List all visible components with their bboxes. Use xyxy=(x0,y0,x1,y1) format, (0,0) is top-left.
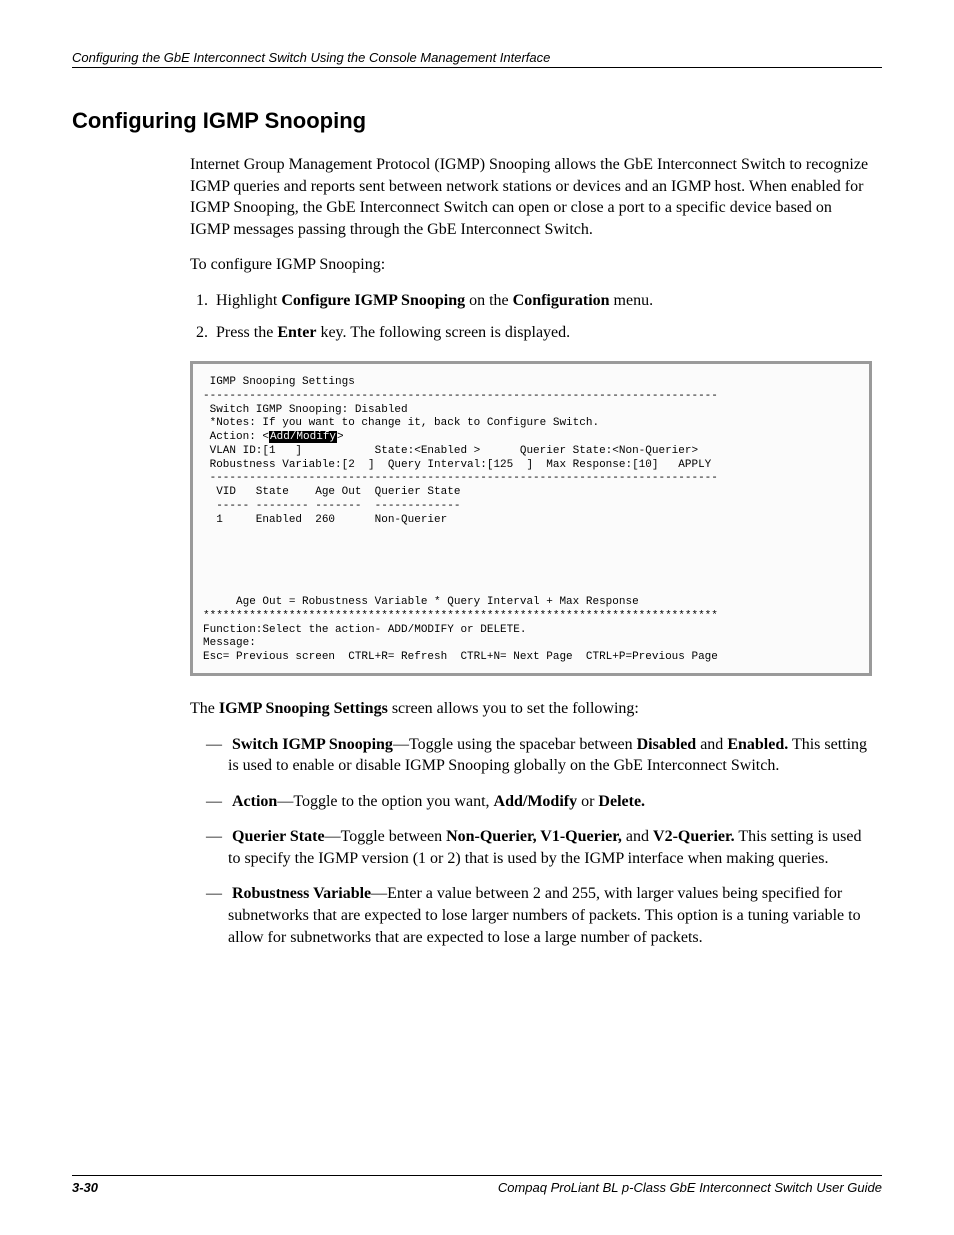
bold: Enabled. xyxy=(727,736,788,753)
console-line: IGMP Snooping Settings xyxy=(203,376,355,388)
text: key. The following screen is displayed. xyxy=(316,324,570,341)
book-title: Compaq ProLiant BL p-Class GbE Interconn… xyxy=(498,1180,882,1195)
console-line: ****************************************… xyxy=(203,610,718,622)
console-line: Esc= Previous screen CTRL+R= Refresh CTR… xyxy=(203,651,718,663)
console-line: VLAN ID:[1 ] State:<Enabled > Querier St… xyxy=(203,445,698,457)
console-line: Message: xyxy=(203,637,256,649)
console-line: > xyxy=(337,431,344,443)
bold: Add/Modify xyxy=(494,793,578,810)
bold: Configure IGMP Snooping xyxy=(281,292,465,309)
list-item: Robustness Variable—Enter a value betwee… xyxy=(228,883,872,948)
bold: Querier State xyxy=(232,828,325,845)
console-line: ----------------------------------------… xyxy=(203,472,718,484)
console-line: 1 Enabled 260 Non-Querier xyxy=(203,514,447,526)
console-line: *Notes: If you want to change it, back t… xyxy=(203,417,599,429)
text: or xyxy=(577,793,598,810)
list-item: Querier State—Toggle between Non-Querier… xyxy=(228,826,872,869)
bold: Action xyxy=(232,793,277,810)
bold: Robustness Variable xyxy=(232,885,371,902)
text: and xyxy=(622,828,653,845)
page-number: 3-30 xyxy=(72,1180,98,1195)
text: and xyxy=(696,736,727,753)
bold: Switch IGMP Snooping xyxy=(232,736,393,753)
section-title: Configuring IGMP Snooping xyxy=(72,108,882,134)
body: Internet Group Management Protocol (IGMP… xyxy=(190,154,872,948)
console-line: Function:Select the action- ADD/MODIFY o… xyxy=(203,624,526,636)
bold: Configuration xyxy=(513,292,610,309)
console-line: VID State Age Out Querier State xyxy=(203,486,460,498)
step-2: Press the Enter key. The following scree… xyxy=(212,322,872,344)
step-1: Highlight Configure IGMP Snooping on the… xyxy=(212,290,872,312)
text: screen allows you to set the following: xyxy=(388,700,639,717)
console-line: ----------------------------------------… xyxy=(203,390,718,402)
console-line: Robustness Variable:[2 ] Query Interval:… xyxy=(203,459,711,471)
bold: Enter xyxy=(277,324,316,341)
console-line: Age Out = Robustness Variable * Query In… xyxy=(203,596,639,608)
after-screenshot-para: The IGMP Snooping Settings screen allows… xyxy=(190,698,872,720)
text: —Toggle between xyxy=(325,828,447,845)
bold: Delete. xyxy=(598,793,645,810)
text: Highlight xyxy=(216,292,281,309)
bold: IGMP Snooping Settings xyxy=(219,700,388,717)
steps-list: Highlight Configure IGMP Snooping on the… xyxy=(190,290,872,343)
text: on the xyxy=(465,292,513,309)
lead-in: To configure IGMP Snooping: xyxy=(190,254,872,276)
console-line: ----- -------- ------- ------------- xyxy=(203,500,460,512)
text: Press the xyxy=(216,324,277,341)
console-screenshot: IGMP Snooping Settings -----------------… xyxy=(190,361,872,676)
intro-paragraph: Internet Group Management Protocol (IGMP… xyxy=(190,154,872,240)
text: menu. xyxy=(610,292,654,309)
page: Configuring the GbE Interconnect Switch … xyxy=(0,0,954,1235)
footer: 3-30 Compaq ProLiant BL p-Class GbE Inte… xyxy=(72,1175,882,1195)
bold: Non-Querier, V1-Querier, xyxy=(446,828,622,845)
running-head: Configuring the GbE Interconnect Switch … xyxy=(72,50,882,68)
text: —Toggle using the spacebar between xyxy=(393,736,637,753)
settings-list: Switch IGMP Snooping—Toggle using the sp… xyxy=(190,734,872,949)
console-line: Switch IGMP Snooping: Disabled xyxy=(203,404,408,416)
bold: Disabled xyxy=(637,736,697,753)
list-item: Switch IGMP Snooping—Toggle using the sp… xyxy=(228,734,872,777)
bold: V2-Querier. xyxy=(653,828,735,845)
list-item: Action—Toggle to the option you want, Ad… xyxy=(228,791,872,813)
console-highlight: Add/Modify xyxy=(269,431,337,443)
text: The xyxy=(190,700,219,717)
console-line: Action: < xyxy=(203,431,269,443)
text: —Toggle to the option you want, xyxy=(277,793,493,810)
